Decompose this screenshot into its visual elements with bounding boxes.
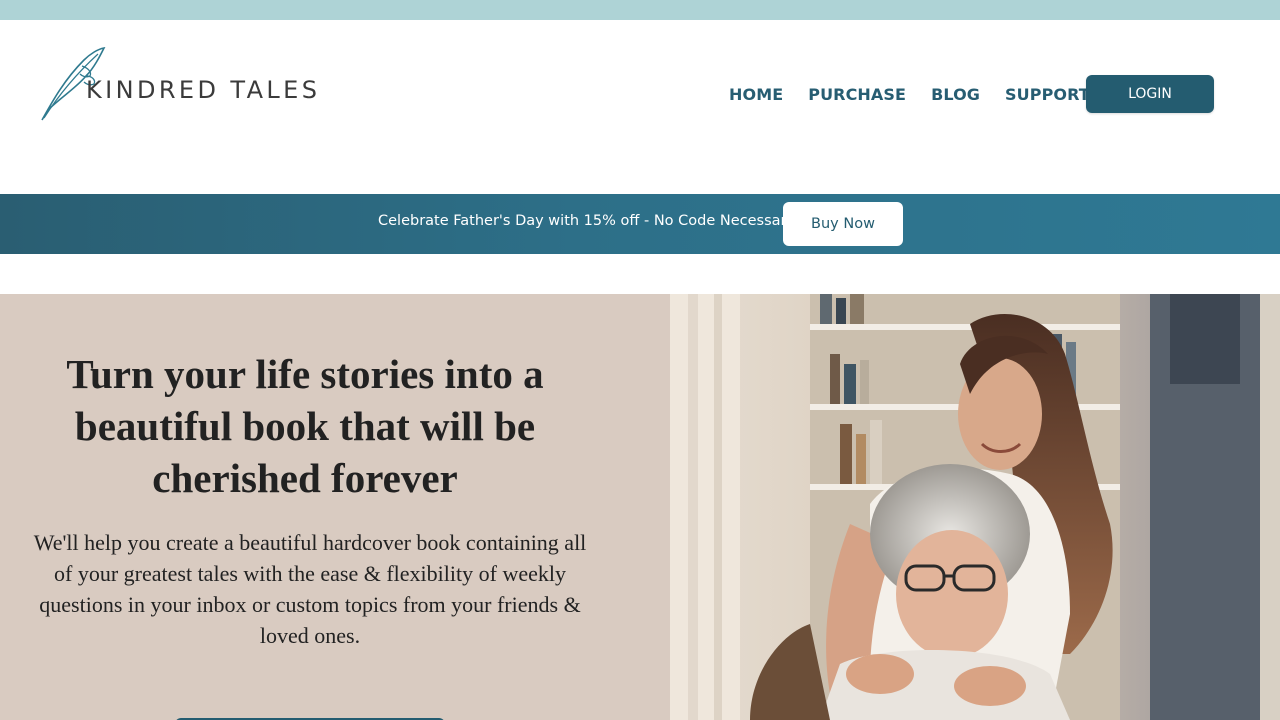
site-header: KINDRED TALES HOME PURCHASE BLOG SUPPORT… bbox=[0, 20, 1280, 194]
nav-home[interactable]: HOME bbox=[729, 85, 783, 104]
main-navigation: HOME PURCHASE BLOG SUPPORT bbox=[729, 83, 1115, 105]
nav-purchase[interactable]: PURCHASE bbox=[808, 85, 906, 104]
hero-section: Turn your life stories into a beautiful … bbox=[0, 294, 1280, 720]
brand-name: KINDRED TALES bbox=[86, 76, 321, 104]
brand-logo[interactable]: KINDRED TALES bbox=[38, 46, 338, 122]
hero-title: Turn your life stories into a beautiful … bbox=[66, 351, 544, 501]
buy-now-button[interactable]: Buy Now bbox=[783, 202, 903, 246]
nav-support[interactable]: SUPPORT bbox=[1005, 85, 1090, 104]
promo-banner: Celebrate Father's Day with 15% off - No… bbox=[0, 194, 1280, 254]
hero-photo-illustration bbox=[670, 294, 1280, 720]
promo-text: Celebrate Father's Day with 15% off - No… bbox=[378, 213, 796, 229]
login-button[interactable]: LOGIN bbox=[1086, 75, 1214, 113]
top-accent-strip bbox=[0, 0, 1280, 20]
nav-blog[interactable]: BLOG bbox=[931, 85, 980, 104]
hero-photo bbox=[670, 294, 1280, 720]
hero-text-panel: Turn your life stories into a beautiful … bbox=[0, 294, 670, 720]
hero-description: We'll help you create a beautiful hardco… bbox=[33, 530, 587, 648]
